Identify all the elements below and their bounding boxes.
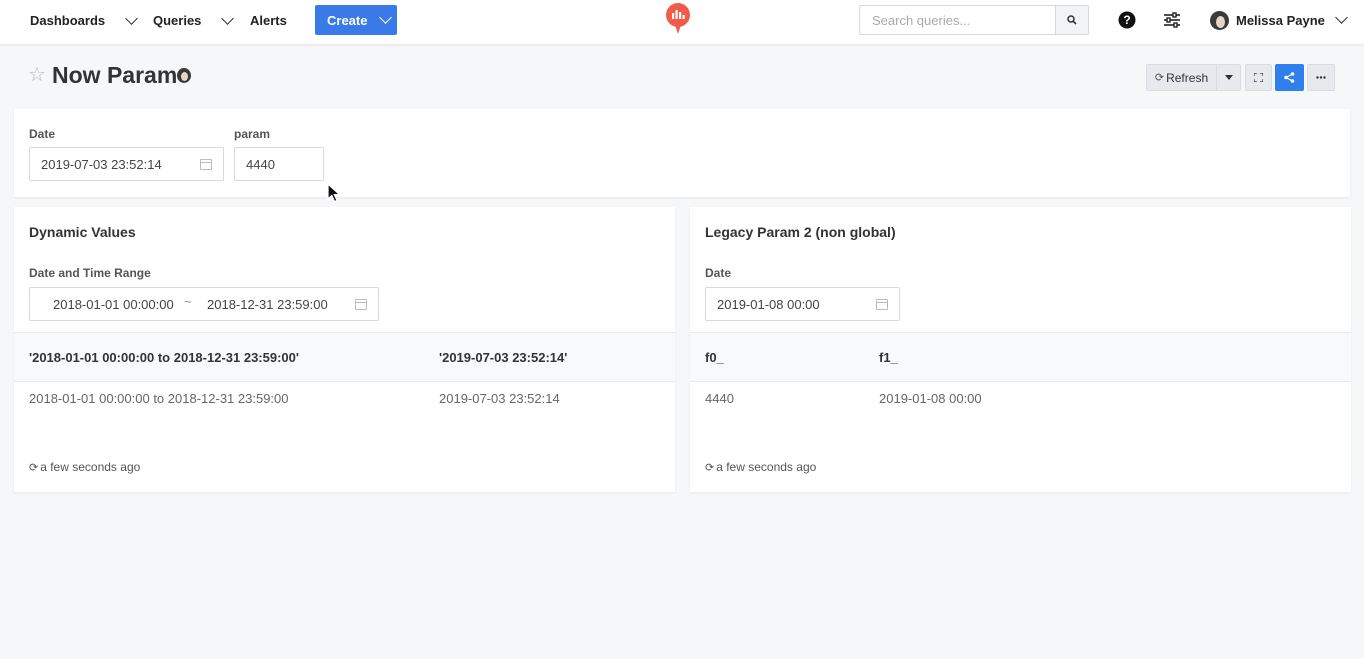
range-separator: ~ — [184, 294, 192, 309]
redash-logo-icon[interactable] — [665, 3, 691, 35]
caret-down-icon — [1224, 75, 1233, 80]
widget-dynamic-values: Dynamic Values Date and Time Range 2018-… — [14, 207, 675, 492]
fullscreen-button[interactable] — [1245, 64, 1272, 91]
table-cell: 2018-01-01 00:00:00 to 2018-12-31 23:59:… — [29, 391, 289, 406]
mouse-cursor-icon — [327, 183, 341, 203]
search-icon — [1067, 15, 1077, 25]
widget-legacy-param: Legacy Param 2 (non global) Date 2019-01… — [690, 207, 1351, 492]
column-header[interactable]: '2018-01-01 00:00:00 to 2018-12-31 23:59… — [29, 350, 299, 365]
user-menu[interactable]: Melissa Payne — [1210, 8, 1348, 32]
refresh-dropdown-button[interactable] — [1216, 64, 1241, 91]
create-label: Create — [327, 12, 368, 28]
nav-queries[interactable]: Queries — [153, 0, 235, 41]
date-param-label: Date — [705, 266, 732, 280]
share-button[interactable] — [1275, 64, 1304, 91]
date-param-input[interactable]: 2019-01-08 00:00 — [705, 287, 900, 321]
search-input[interactable] — [859, 5, 1056, 35]
refresh-button[interactable]: ⟳ Refresh — [1146, 64, 1217, 91]
date-range-label: Date and Time Range — [29, 266, 151, 280]
help-button[interactable]: ? — [1116, 9, 1138, 31]
table-header: f0_ f1_ — [690, 332, 1351, 382]
create-button[interactable]: Create — [315, 5, 397, 35]
table-header: '2018-01-01 00:00:00 to 2018-12-31 23:59… — [14, 332, 675, 382]
top-nav: Dashboards Queries Alerts Create ? — [0, 0, 1364, 44]
widget-footer[interactable]: ⟳ a few seconds ago — [29, 460, 140, 474]
updated-time: a few seconds ago — [40, 460, 141, 474]
favorite-star-icon[interactable]: ☆ — [28, 65, 46, 85]
range-end-value: 2018-12-31 23:59:00 — [207, 296, 328, 312]
chevron-down-icon — [125, 11, 139, 25]
range-start-value: 2018-01-01 00:00:00 — [53, 296, 174, 312]
share-icon — [1284, 72, 1295, 83]
param-input[interactable]: 4440 — [234, 147, 324, 181]
svg-text:?: ? — [1123, 13, 1130, 27]
date-param-input[interactable]: 2019-07-03 23:52:14 — [29, 147, 224, 181]
date-param-value: 2019-01-08 00:00 — [717, 296, 820, 312]
param-value: 4440 — [246, 156, 275, 172]
date-param-value: 2019-07-03 23:52:14 — [41, 156, 162, 172]
settings-button[interactable] — [1161, 9, 1183, 31]
chevron-down-icon — [379, 11, 393, 24]
parameters-panel: Date 2019-07-03 23:52:14 param 4440 — [14, 109, 1350, 197]
column-header[interactable]: f1_ — [879, 350, 898, 365]
page-title: Now Param — [52, 62, 178, 88]
calendar-icon — [355, 299, 367, 310]
refresh-icon: ⟳ — [1154, 72, 1165, 84]
table-cell: 2019-07-03 23:52:14 — [439, 391, 560, 406]
column-header[interactable]: '2019-07-03 23:52:14' — [439, 350, 567, 365]
chevron-down-icon — [221, 11, 235, 25]
date-param-label: Date — [29, 127, 56, 141]
refresh-icon: ⟳ — [705, 461, 715, 474]
calendar-icon — [200, 159, 212, 170]
updated-time: a few seconds ago — [716, 460, 817, 474]
fullscreen-icon — [1254, 73, 1263, 82]
chevron-down-icon — [1335, 11, 1348, 24]
nav-alerts-label: Alerts — [250, 13, 287, 28]
nav-dashboards[interactable]: Dashboards — [30, 0, 139, 41]
more-options-button[interactable] — [1307, 64, 1335, 91]
nav-alerts[interactable]: Alerts — [250, 0, 287, 41]
sliders-icon — [1164, 12, 1180, 28]
date-range-input[interactable]: 2018-01-01 00:00:00 ~ 2018-12-31 23:59:0… — [29, 287, 379, 321]
table-cell: 4440 — [705, 391, 734, 406]
search-button[interactable] — [1055, 5, 1089, 35]
owner-avatar — [177, 68, 191, 83]
avatar — [1210, 10, 1229, 30]
user-name: Melissa Payne — [1236, 12, 1325, 28]
ellipsis-icon — [1316, 76, 1326, 79]
table-cell: 2019-01-08 00:00 — [879, 391, 982, 406]
widget-footer[interactable]: ⟳ a few seconds ago — [705, 460, 816, 474]
param-label: param — [234, 127, 271, 141]
calendar-icon — [876, 299, 888, 310]
widget-title[interactable]: Dynamic Values — [29, 224, 136, 240]
nav-queries-label: Queries — [153, 13, 202, 28]
refresh-icon: ⟳ — [29, 461, 39, 474]
question-circle-icon: ? — [1118, 11, 1136, 29]
widget-title[interactable]: Legacy Param 2 (non global) — [705, 224, 896, 240]
nav-dashboards-label: Dashboards — [30, 13, 106, 28]
refresh-label: Refresh — [1166, 70, 1209, 85]
column-header[interactable]: f0_ — [705, 350, 724, 365]
